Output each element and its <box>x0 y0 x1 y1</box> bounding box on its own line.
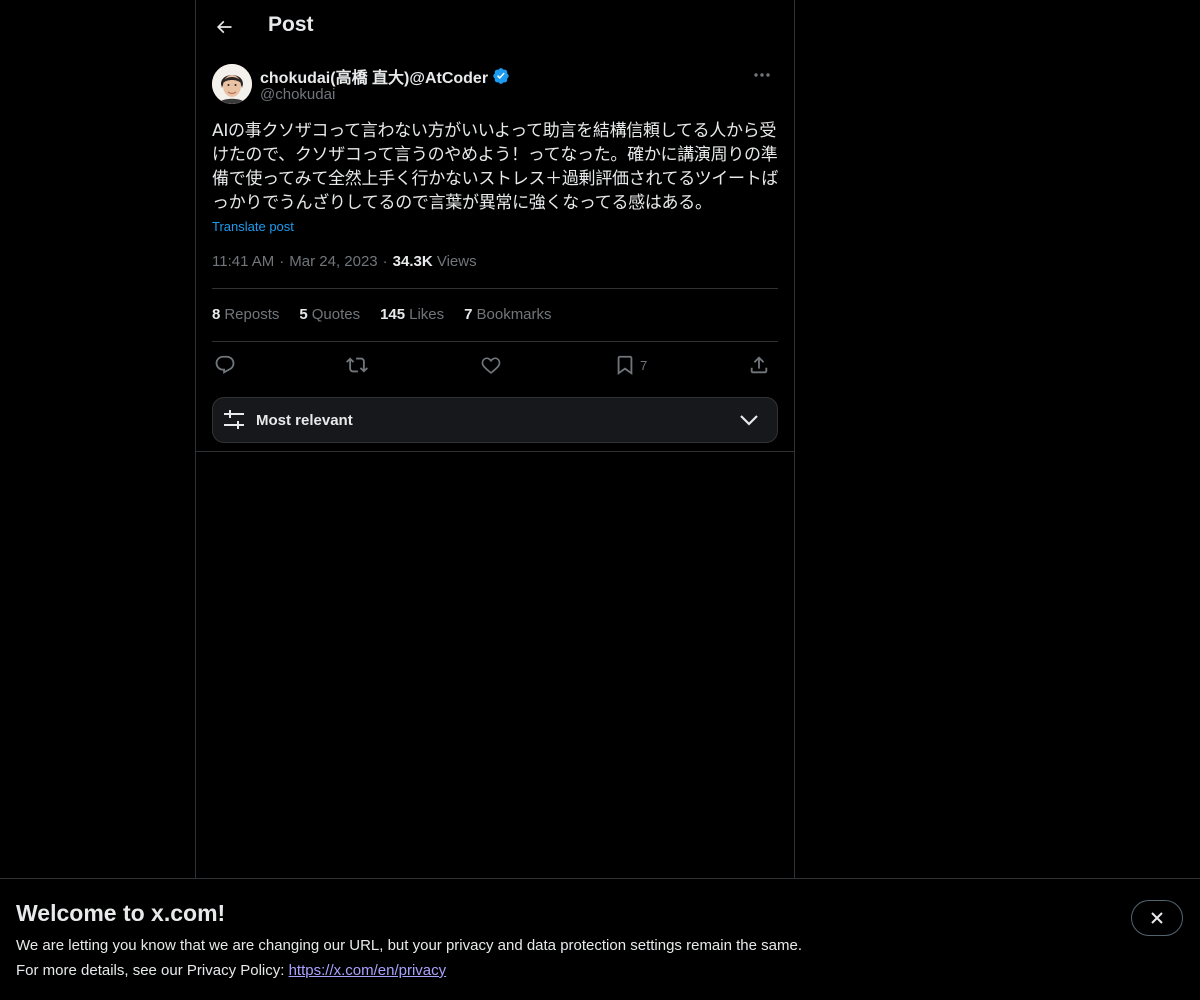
post-author: chokudai(高橋 直大)@AtCoder @chokudai <box>212 64 778 108</box>
banner-message: We are letting you know that we are chan… <box>16 937 802 954</box>
stat-count: 5 <box>299 306 308 323</box>
post-time[interactable]: 11:41 AM <box>212 253 274 270</box>
stat-count: 145 <box>380 306 406 323</box>
back-button[interactable] <box>206 9 242 45</box>
post-column: Post chokudai(高橋 直大)@AtCoder @chokudai A… <box>195 0 795 878</box>
meta-separator: · <box>382 253 388 270</box>
url-change-banner: Welcome to x.com! We are letting you kno… <box>0 878 1200 1000</box>
sliders-icon <box>224 410 244 429</box>
author-handle[interactable]: @chokudai <box>260 86 335 103</box>
privacy-policy-link[interactable]: https://x.com/en/privacy <box>289 962 447 979</box>
heart-icon <box>481 357 501 374</box>
stat-label: Quotes <box>311 306 361 323</box>
likes-stat[interactable]: 145 Likes <box>380 306 444 323</box>
header: Post <box>196 0 794 54</box>
sort-label: Most relevant <box>256 412 353 429</box>
reply-icon <box>215 355 235 374</box>
share-button[interactable] <box>748 350 770 380</box>
reposts-stat[interactable]: 8 Reposts <box>212 306 279 323</box>
stat-count: 7 <box>464 306 473 323</box>
quotes-stat[interactable]: 5 Quotes <box>299 306 360 323</box>
arrow-left-icon <box>216 20 232 34</box>
post-date[interactable]: Mar 24, 2023 <box>289 253 377 270</box>
post-stats: 8 Reposts 5 Quotes 145 Likes 7 Bookmarks <box>212 306 552 323</box>
stat-label: Reposts <box>224 306 280 323</box>
divider <box>212 288 778 289</box>
share-icon <box>750 356 768 374</box>
stat-label: Likes <box>409 306 445 323</box>
action-bar: 7 <box>212 350 778 380</box>
page-title: Post <box>268 13 314 36</box>
bookmark-count: 7 <box>640 357 648 373</box>
chevron-down-icon <box>740 415 758 426</box>
post-meta: 11:41 AM · Mar 24, 2023 · 34.3K Views <box>212 253 477 270</box>
views-count: 34.3K <box>392 253 433 270</box>
stat-count: 8 <box>212 306 221 323</box>
post-text: AIの事クソザコって言わない方がいいよって助言を結構信頼してる人から受けたので、… <box>212 121 779 213</box>
meta-separator: · <box>279 253 285 270</box>
like-button[interactable] <box>480 350 502 380</box>
author-display-name[interactable]: chokudai(高橋 直大)@AtCoder <box>260 64 488 88</box>
avatar[interactable] <box>212 64 252 104</box>
repost-icon <box>346 357 368 373</box>
banner-title: Welcome to x.com! <box>16 900 226 926</box>
bookmark-icon <box>617 355 633 376</box>
views-label: Views <box>436 253 477 270</box>
more-horizontal-icon <box>754 73 770 77</box>
close-icon <box>1151 912 1163 924</box>
divider <box>196 451 794 452</box>
repost-button[interactable] <box>346 350 368 380</box>
reply-button[interactable] <box>214 350 236 380</box>
reply-sort-dropdown[interactable]: Most relevant <box>212 397 778 443</box>
bookmarks-stat[interactable]: 7 Bookmarks <box>464 306 551 323</box>
translate-post-link[interactable]: Translate post <box>212 219 294 234</box>
stat-label: Bookmarks <box>476 306 552 323</box>
more-options-button[interactable] <box>746 64 778 86</box>
divider <box>212 341 778 342</box>
bookmark-button[interactable]: 7 <box>614 350 647 380</box>
avatar-image <box>212 64 252 104</box>
close-banner-button[interactable] <box>1131 900 1183 936</box>
verified-badge-icon <box>493 68 509 84</box>
banner-policy-line: For more details, see our Privacy Policy… <box>16 962 446 979</box>
banner-policy-prefix: For more details, see our Privacy Policy… <box>16 962 289 979</box>
